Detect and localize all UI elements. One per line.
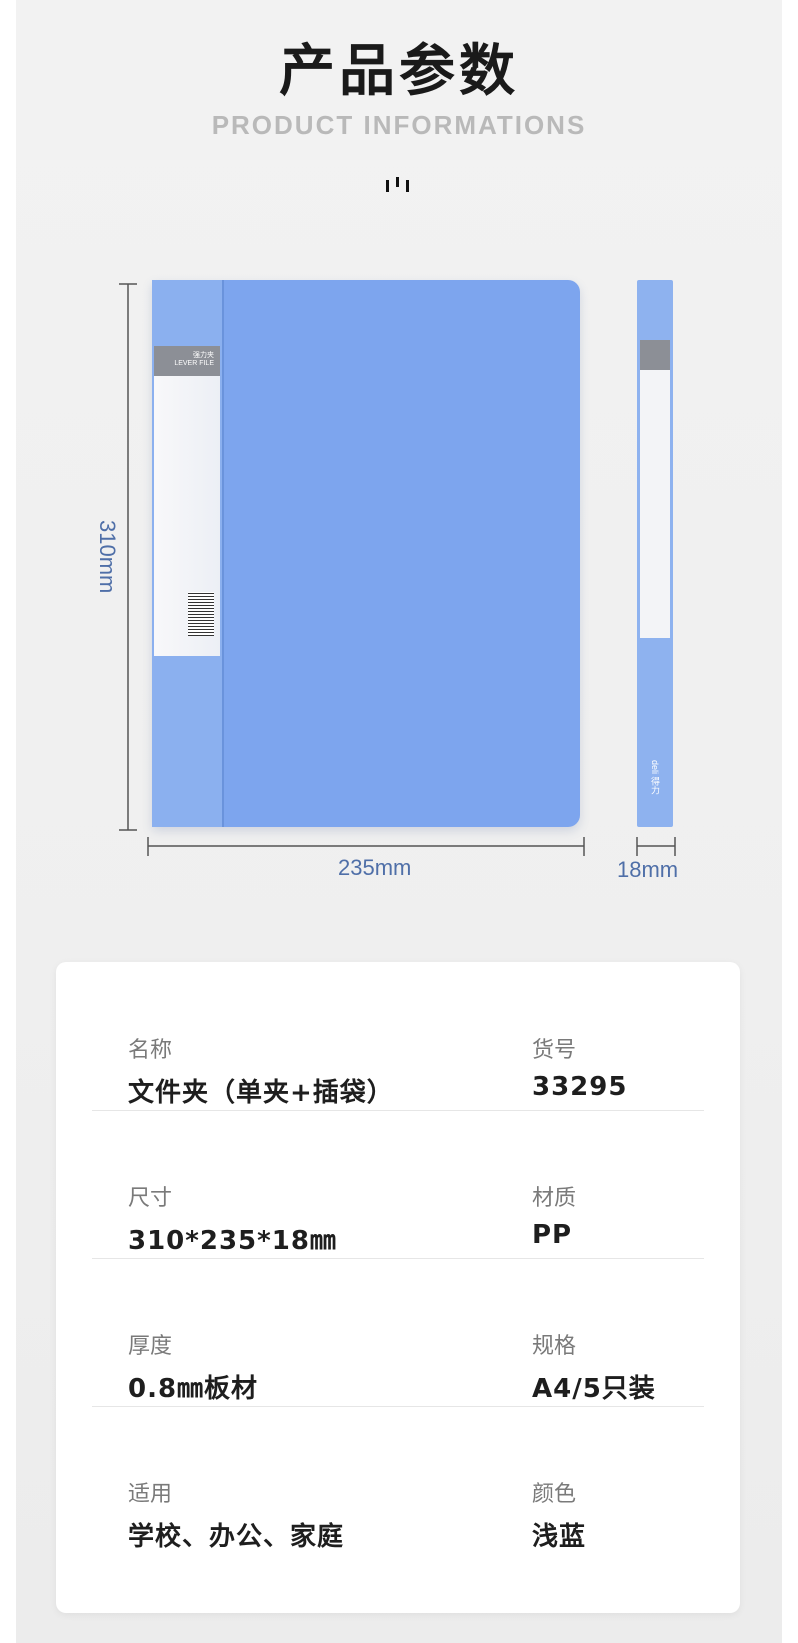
spec-value: PP xyxy=(532,1220,573,1250)
spec-value: 学校、办公、家庭 xyxy=(128,1522,345,1552)
spec-key: 材质 xyxy=(532,1186,577,1211)
spec-key: 厚度 xyxy=(128,1334,173,1359)
height-dimension-label: 310mm xyxy=(95,520,120,594)
barcode-icon xyxy=(188,592,214,636)
folder-label-en: LEVER FILE xyxy=(174,360,214,367)
spec-key: 名称 xyxy=(128,1038,173,1063)
side-brand-logo: deli 得力 xyxy=(650,760,660,795)
spec-row: 尺寸 310*235*18㎜ 材质 PP xyxy=(92,1110,704,1259)
depth-dimension-label: 18mm xyxy=(617,857,679,882)
spec-row: 名称 文件夹（单夹+插袋） 货号 33295 xyxy=(92,962,704,1111)
spec-row: 厚度 0.8㎜板材 规格 A4/5只装 xyxy=(92,1258,704,1407)
side-label-head xyxy=(640,340,670,370)
folder-side-image: deli 得力 xyxy=(637,280,673,827)
spec-value: 浅蓝 xyxy=(532,1522,587,1552)
folder-front-image: 强力夹 LEVER FILE xyxy=(152,280,580,827)
width-dimension-label: 235mm xyxy=(338,855,412,880)
spec-value: 310*235*18㎜ xyxy=(128,1226,337,1256)
spec-value: A4/5只装 xyxy=(532,1374,656,1404)
spec-row: 适用 学校、办公、家庭 颜色 浅蓝 xyxy=(92,1406,704,1554)
spec-key: 适用 xyxy=(128,1482,173,1507)
specs-card: 名称 文件夹（单夹+插袋） 货号 33295 尺寸 310*235*18㎜ 材质… xyxy=(56,962,740,1613)
spec-key: 尺寸 xyxy=(128,1186,173,1211)
spec-key: 规格 xyxy=(532,1334,577,1359)
folder-label-cn: 强力夹 xyxy=(193,352,214,359)
spec-key: 货号 xyxy=(532,1038,577,1063)
folder-label-head: 强力夹 LEVER FILE xyxy=(154,346,220,376)
spec-key: 颜色 xyxy=(532,1482,577,1507)
spec-value: 文件夹（单夹+插袋） xyxy=(128,1078,394,1108)
spec-value: 33295 xyxy=(532,1072,628,1102)
spec-value: 0.8㎜板材 xyxy=(128,1374,259,1404)
side-label-card xyxy=(640,370,670,638)
